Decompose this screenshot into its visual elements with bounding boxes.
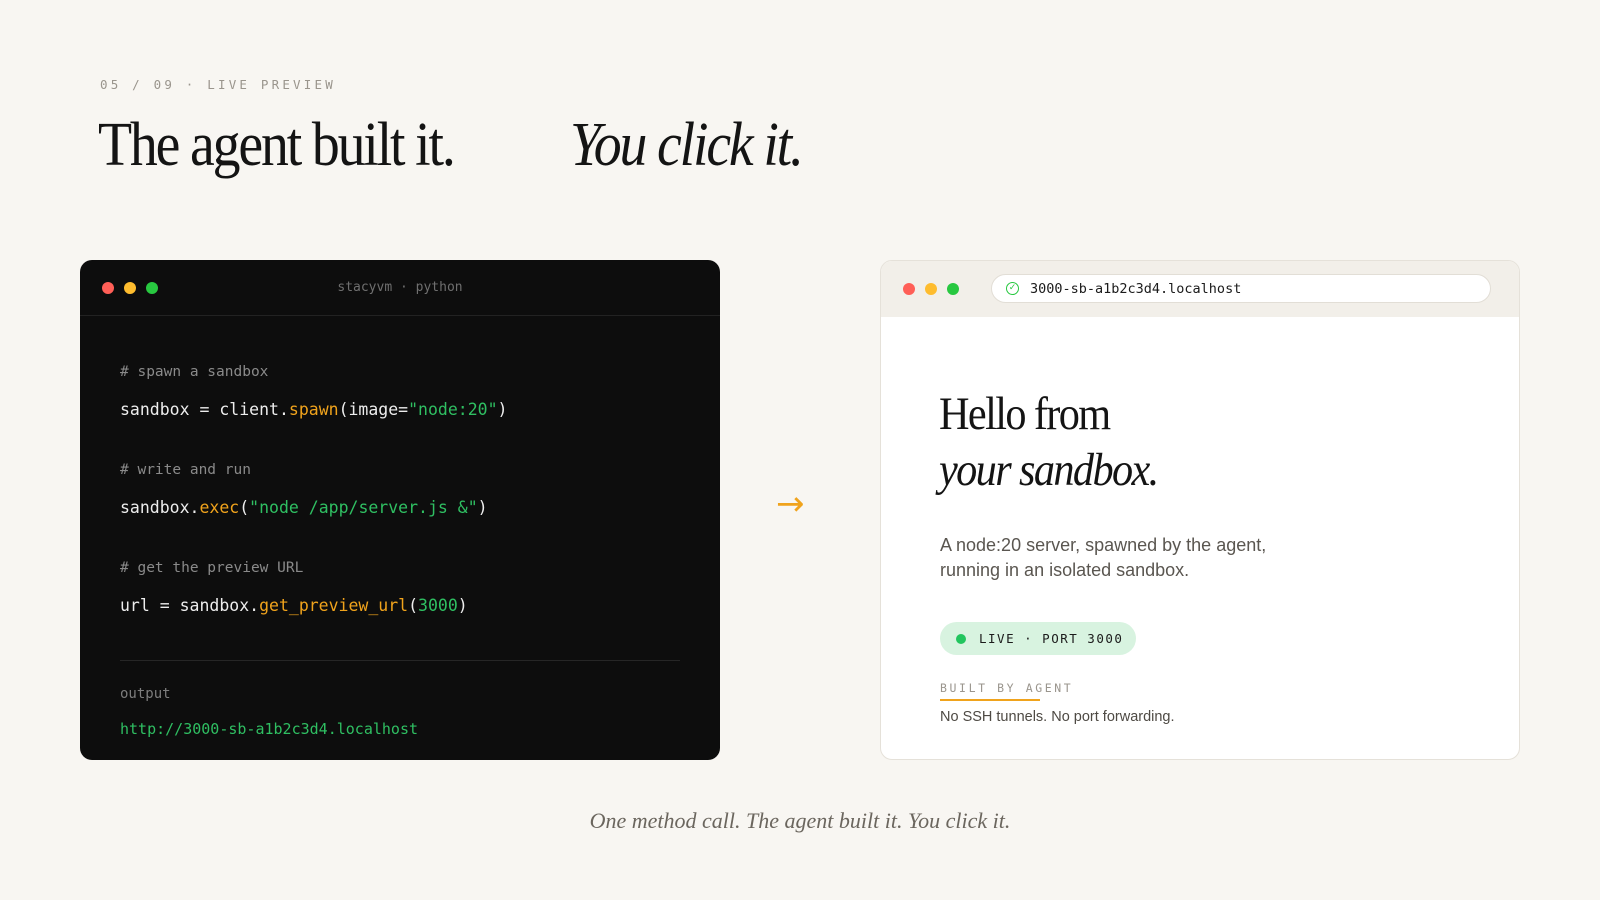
- terminal-window: stacyvm · python # spawn a sandbox sandb…: [80, 260, 720, 760]
- terminal-divider: [120, 660, 680, 661]
- slide-caption: One method call. The agent built it. You…: [589, 808, 1011, 833]
- close-dot[interactable]: [903, 283, 915, 295]
- page-heading-line1: Hello from: [939, 388, 1111, 440]
- output-label: output: [120, 686, 171, 702]
- minimize-dot[interactable]: [925, 283, 937, 295]
- headline-part1: The agent built it.: [98, 111, 456, 179]
- output-url[interactable]: http://3000-sb-a1b2c3d4.localhost: [120, 720, 418, 738]
- url-bar[interactable]: ✓ 3000-sb-a1b2c3d4.localhost: [991, 274, 1491, 303]
- maximize-dot[interactable]: [947, 283, 959, 295]
- terminal-title: stacyvm · python: [337, 280, 463, 295]
- code-function: spawn: [288, 400, 339, 419]
- code-text: (image=: [338, 400, 409, 419]
- code-text: ): [477, 498, 488, 517]
- code-string: "node /app/server.js &": [249, 498, 478, 517]
- page-description: A node:20 server, spawned by the agent, …: [940, 535, 1267, 580]
- live-status-badge: LIVE · PORT 3000: [940, 622, 1136, 655]
- built-by-label: BUILT BY AGENT: [940, 681, 1074, 695]
- code-comment: # write and run: [120, 462, 251, 478]
- live-dot-icon: [956, 634, 966, 644]
- code-comment: # spawn a sandbox: [120, 364, 269, 380]
- eyebrow: 05 / 09 · LIVE PREVIEW: [100, 77, 336, 92]
- built-by-underline: [940, 699, 1040, 701]
- code-text: url = sandbox.: [120, 596, 260, 615]
- code-text: ): [497, 400, 508, 419]
- url-text[interactable]: 3000-sb-a1b2c3d4.localhost: [1030, 281, 1241, 297]
- arrow-icon: →: [776, 484, 805, 524]
- code-function: exec: [199, 498, 240, 517]
- code-string: "node:20": [408, 400, 498, 419]
- live-status-text: LIVE · PORT 3000: [979, 631, 1124, 646]
- code-text: (: [239, 498, 250, 517]
- code-text: ): [457, 596, 468, 615]
- browser-titlebar: ✓ 3000-sb-a1b2c3d4.localhost: [881, 261, 1519, 317]
- code-function: get_preview_url: [259, 596, 409, 615]
- code-text: (: [408, 596, 419, 615]
- code-number: 3000: [418, 596, 458, 615]
- code-text: sandbox.: [120, 498, 200, 517]
- headline-part2: You click it.: [570, 111, 804, 179]
- browser-window: ✓ 3000-sb-a1b2c3d4.localhost Hello from …: [880, 260, 1520, 760]
- code-line: url = sandbox.get_preview_url(3000): [120, 596, 468, 615]
- built-by-text: No SSH tunnels. No port forwarding.: [940, 709, 1175, 725]
- page-heading-line2: your sandbox.: [939, 444, 1159, 496]
- code-comment: # get the preview URL: [120, 560, 304, 576]
- secure-check-icon: ✓: [1006, 282, 1019, 295]
- code-text: sandbox = client.: [120, 400, 289, 419]
- terminal-titlebar: stacyvm · python: [80, 260, 720, 316]
- code-line: sandbox = client.spawn(image="node:20"): [120, 400, 507, 419]
- code-line: sandbox.exec("node /app/server.js &"): [120, 498, 488, 517]
